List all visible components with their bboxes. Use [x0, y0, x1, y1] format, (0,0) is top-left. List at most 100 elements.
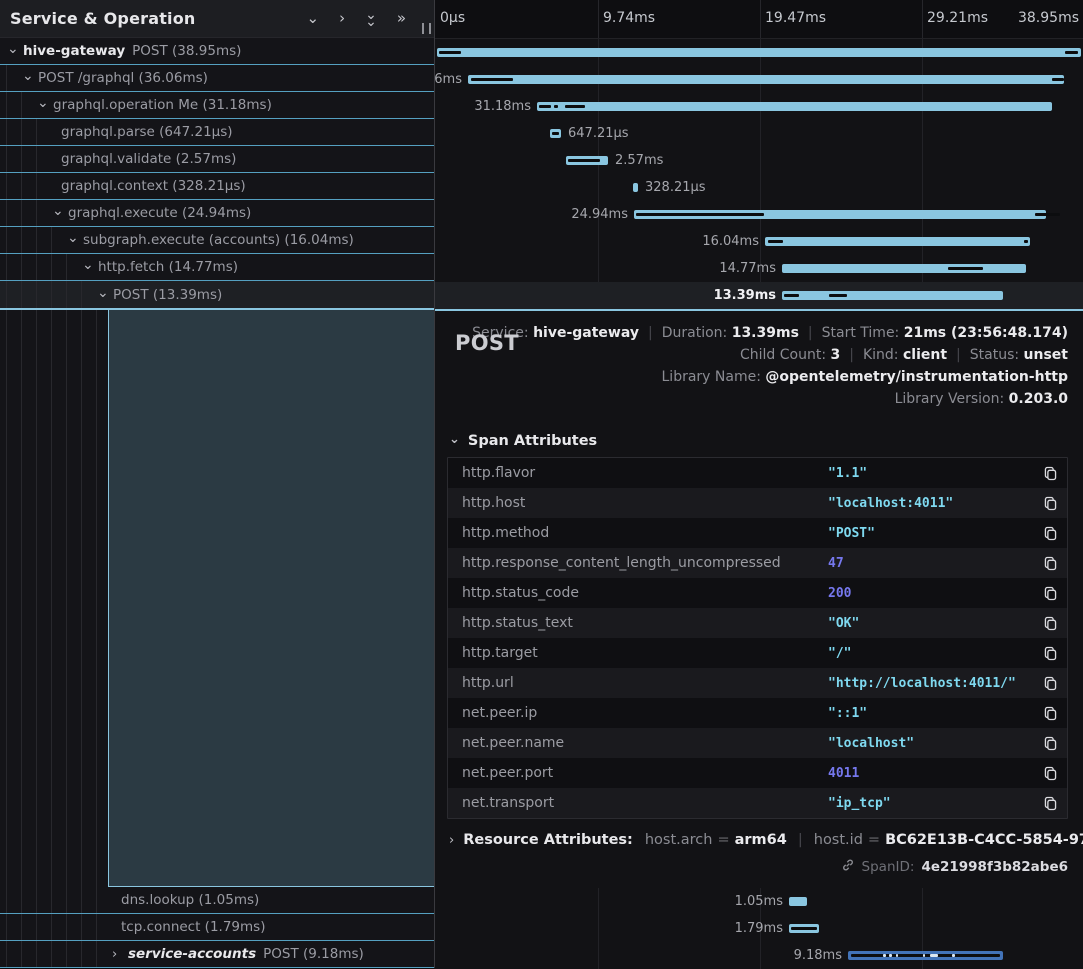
- span-bar-row[interactable]: 13.39ms: [435, 282, 1083, 309]
- span-duration-label: 328.21μs: [645, 180, 706, 195]
- tree-row[interactable]: ⌄hive-gatewayPOST (38.95ms): [0, 38, 434, 65]
- collapse-one-icon[interactable]: ⌄: [307, 11, 320, 26]
- tree-row[interactable]: ⌄graphql.execute (24.94ms): [0, 200, 434, 227]
- attribute-value: "::1": [828, 706, 1033, 721]
- span-duration-bar[interactable]: [537, 102, 1052, 111]
- span-id-label: SpanID:: [862, 859, 915, 875]
- indent-guides: [6, 65, 21, 91]
- span-bar-row[interactable]: 36.06ms: [435, 66, 1083, 93]
- tree-row[interactable]: ⌄graphql.operation Me (31.18ms): [0, 92, 434, 119]
- tree-row[interactable]: tcp.connect (1.79ms): [0, 914, 434, 941]
- span-bar-row[interactable]: 16.04ms: [435, 228, 1083, 255]
- collapse-all-icon[interactable]: ⌄⌄: [365, 12, 377, 26]
- span-bar-row[interactable]: 1.05ms: [435, 888, 1083, 915]
- chevron-down-icon[interactable]: ⌄: [51, 203, 68, 219]
- copy-value-button[interactable]: [1033, 796, 1067, 811]
- copy-value-button[interactable]: [1033, 646, 1067, 661]
- attribute-value: "/": [828, 646, 1033, 661]
- meta-value: @opentelemetry/instrumentation-http: [765, 369, 1068, 385]
- copy-icon: [1043, 646, 1058, 661]
- chevron-down-icon[interactable]: ⌄: [81, 257, 98, 273]
- span-bar-row[interactable]: 9.18ms: [435, 942, 1083, 969]
- span-attributes-toggle[interactable]: ⌄ Span Attributes: [449, 433, 1068, 449]
- span-duration-bar[interactable]: [765, 237, 1030, 246]
- resource-value: arm64: [735, 832, 787, 848]
- span-duration-bar[interactable]: [782, 291, 1003, 300]
- copy-value-button[interactable]: [1033, 766, 1067, 781]
- tree-row[interactable]: ›service-accountsPOST (9.18ms): [0, 941, 434, 968]
- copy-value-button[interactable]: [1033, 496, 1067, 511]
- chevron-down-icon[interactable]: ⌄: [66, 230, 83, 246]
- child-span-mark-light: [952, 954, 955, 957]
- tree-row[interactable]: graphql.validate (2.57ms): [0, 146, 434, 173]
- copy-value-button[interactable]: [1033, 466, 1067, 481]
- copy-icon: [1043, 796, 1058, 811]
- span-bar-row[interactable]: 24.94ms: [435, 201, 1083, 228]
- tree-row[interactable]: ⌄POST (13.39ms): [0, 281, 434, 308]
- resource-attributes-title: Resource Attributes:: [463, 832, 633, 848]
- span-duration-bar[interactable]: [782, 264, 1026, 273]
- column-resize-handle[interactable]: [422, 23, 431, 34]
- attribute-row: net.peer.ip"::1": [448, 698, 1067, 728]
- span-bar-row[interactable]: [435, 39, 1083, 66]
- attribute-value: 4011: [828, 766, 1033, 781]
- chevron-down-icon[interactable]: ⌄: [6, 41, 23, 57]
- span-bar-row[interactable]: 14.77ms: [435, 255, 1083, 282]
- chevron-down-icon[interactable]: ⌄: [21, 68, 38, 84]
- attribute-value: "localhost:4011": [828, 496, 1033, 511]
- copy-value-button[interactable]: [1033, 616, 1067, 631]
- attribute-key: http.target: [448, 645, 828, 661]
- child-span-mark: [768, 240, 783, 243]
- link-icon[interactable]: [841, 858, 855, 876]
- copy-value-button[interactable]: [1033, 586, 1067, 601]
- span-bar-row[interactable]: 2.57ms: [435, 147, 1083, 174]
- copy-icon: [1043, 676, 1058, 691]
- copy-icon: [1043, 616, 1058, 631]
- chevron-right-icon[interactable]: ›: [111, 947, 128, 962]
- span-duration-label: 2.57ms: [615, 153, 663, 168]
- span-bar-row[interactable]: 31.18ms: [435, 93, 1083, 120]
- child-span-mark: [1065, 51, 1078, 54]
- span-duration-bar[interactable]: [633, 183, 638, 192]
- operation-name: dns.lookup (1.05ms): [121, 892, 259, 908]
- tree-row[interactable]: dns.lookup (1.05ms): [0, 887, 434, 914]
- copy-value-button[interactable]: [1033, 676, 1067, 691]
- copy-value-button[interactable]: [1033, 706, 1067, 721]
- span-duration-bar[interactable]: [789, 897, 807, 906]
- chevron-down-icon[interactable]: ⌄: [36, 95, 53, 111]
- tree-row[interactable]: graphql.parse (647.21μs): [0, 119, 434, 146]
- attribute-key: http.host: [448, 495, 828, 511]
- attribute-key: http.status_text: [448, 615, 828, 631]
- attribute-key: http.response_content_length_uncompresse…: [448, 555, 828, 571]
- copy-value-button[interactable]: [1033, 556, 1067, 571]
- service-name: service-accounts: [128, 946, 256, 962]
- selected-span-detail-spacer: [108, 310, 434, 887]
- copy-value-button[interactable]: [1033, 526, 1067, 541]
- span-duration-label: 1.79ms: [735, 921, 783, 936]
- span-tree-top: ⌄hive-gatewayPOST (38.95ms)⌄POST /graphq…: [0, 38, 434, 308]
- child-span-mark: [552, 132, 559, 135]
- span-tree-bottom: dns.lookup (1.05ms)tcp.connect (1.79ms)›…: [0, 887, 434, 968]
- ruler-tick-line: [760, 0, 761, 38]
- copy-value-button[interactable]: [1033, 736, 1067, 751]
- meta-value: client: [903, 347, 947, 363]
- tree-row[interactable]: ⌄POST /graphql (36.06ms): [0, 65, 434, 92]
- resource-attributes-toggle[interactable]: › Resource Attributes: host.arch=arm64|h…: [449, 832, 1068, 848]
- tree-row[interactable]: ⌄http.fetch (14.77ms): [0, 254, 434, 281]
- attribute-key: net.peer.port: [448, 765, 828, 781]
- tree-row[interactable]: graphql.context (328.21μs): [0, 173, 434, 200]
- attribute-row: net.peer.name"localhost": [448, 728, 1067, 758]
- expand-one-icon[interactable]: ›: [339, 11, 345, 26]
- span-duration-bar[interactable]: [437, 48, 1081, 57]
- span-bar-row[interactable]: 328.21μs: [435, 174, 1083, 201]
- span-duration-bar[interactable]: [468, 75, 1064, 84]
- chevron-down-icon[interactable]: ⌄: [96, 285, 113, 301]
- span-bar-row[interactable]: 1.79ms: [435, 915, 1083, 942]
- tree-row[interactable]: ⌄subgraph.execute (accounts) (16.04ms): [0, 227, 434, 254]
- meta-value: hive-gateway: [533, 325, 639, 341]
- chevron-down-icon: ⌄: [449, 432, 460, 447]
- span-bar-row[interactable]: 647.21μs: [435, 120, 1083, 147]
- copy-icon: [1043, 736, 1058, 751]
- resource-key: host.arch: [645, 832, 713, 848]
- expand-all-icon[interactable]: »: [397, 11, 406, 26]
